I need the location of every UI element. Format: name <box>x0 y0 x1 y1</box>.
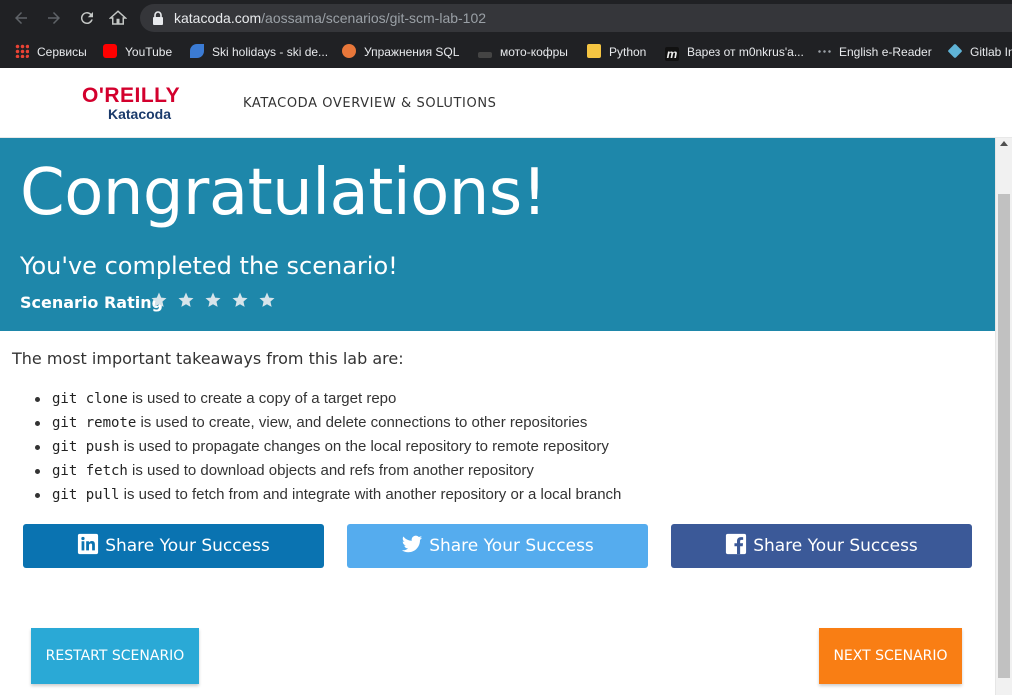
star-icon[interactable] <box>258 291 276 309</box>
reload-icon <box>80 12 93 25</box>
bookmark-label: Ski holidays - ski de... <box>212 45 329 59</box>
takeaway-description: is used to create, view, and delete conn… <box>136 414 588 431</box>
folder-icon <box>587 44 601 58</box>
share-facebook-label: Share Your Success <box>753 536 918 556</box>
takeaway-description: is used to download objects and refs fro… <box>127 462 534 479</box>
share-linkedin-button[interactable]: Share Your Success <box>23 524 324 568</box>
takeaway-description: is used to fetch from and integrate with… <box>119 486 622 503</box>
bookmark-python[interactable]: Python <box>587 42 646 62</box>
bookmark-label: Упражнения SQL <box>364 45 460 59</box>
bookmark-label: Сервисы <box>37 45 87 59</box>
share-linkedin-label: Share Your Success <box>105 536 270 556</box>
nav-overview-solutions[interactable]: KATACODA OVERVIEW & SOLUTIONS <box>243 96 497 111</box>
home-button[interactable] <box>106 6 130 30</box>
forward-button[interactable] <box>42 6 66 30</box>
url-text: katacoda.com/aossama/scenarios/git-scm-l… <box>174 10 487 26</box>
lock-icon <box>153 11 163 25</box>
rating-stars <box>150 291 285 314</box>
bookmark-warez[interactable]: m Варез от m0nkrus'a... <box>665 42 804 62</box>
bookmark-sql[interactable]: Упражнения SQL <box>342 42 459 62</box>
congratulations-banner: Congratulations! You've completed the sc… <box>0 138 995 331</box>
address-bar[interactable]: katacoda.com/aossama/scenarios/git-scm-l… <box>140 4 1012 32</box>
takeaway-item: git clone is used to create a copy of a … <box>34 389 621 413</box>
next-scenario-button[interactable]: NEXT SCENARIO <box>819 628 962 684</box>
takeaway-command: git remote <box>52 415 137 431</box>
takeaway-description: is used to create a copy of a target rep… <box>127 390 397 407</box>
star-icon[interactable] <box>150 291 168 309</box>
takeaway-item: git fetch is used to download objects an… <box>34 461 621 485</box>
bookmark-services[interactable]: Сервисы <box>15 42 87 62</box>
share-twitter-label: Share Your Success <box>429 536 594 556</box>
page-title: Congratulations! <box>20 156 547 230</box>
bookmark-moto[interactable]: мото-кофры <box>478 42 568 62</box>
takeaway-command: git pull <box>52 487 120 503</box>
scenario-rating-label: Scenario Rating <box>20 293 164 312</box>
bookmark-label: Python <box>609 45 647 59</box>
takeaway-item: git push is used to propagate changes on… <box>34 437 621 461</box>
takeaway-item: git remote is used to create, view, and … <box>34 413 621 437</box>
arrow-left-icon <box>15 12 27 24</box>
bookmark-ereader[interactable]: English e-Reader <box>817 42 932 62</box>
home-icon <box>108 10 128 25</box>
takeaways-list: git clone is used to create a copy of a … <box>34 389 621 509</box>
moto-icon <box>478 52 492 58</box>
scroll-thumb[interactable] <box>998 194 1010 678</box>
logo-katacoda-text: Katacoda <box>108 106 172 122</box>
m-icon: m <box>665 47 679 61</box>
bookmark-youtube[interactable]: YouTube <box>103 42 172 62</box>
browser-chrome: katacoda.com/aossama/scenarios/git-scm-l… <box>0 0 1012 68</box>
restart-scenario-button[interactable]: RESTART SCENARIO <box>31 628 199 684</box>
arrow-right-icon <box>48 12 60 24</box>
sql-icon <box>342 44 356 58</box>
star-icon[interactable] <box>204 291 222 309</box>
share-facebook-button[interactable]: Share Your Success <box>671 524 972 568</box>
takeaway-command: git push <box>52 439 120 455</box>
logo-oreilly-text: O'REILLY <box>82 84 181 107</box>
takeaway-command: git clone <box>52 391 128 407</box>
back-button[interactable] <box>9 6 33 30</box>
share-twitter-button[interactable]: Share Your Success <box>347 524 648 568</box>
bookmark-gitlab[interactable]: Gitlab In <box>947 42 1012 62</box>
takeaway-command: git fetch <box>52 463 128 479</box>
scroll-up-arrow-icon[interactable] <box>1000 141 1008 146</box>
completed-subtitle: You've completed the scenario! <box>20 252 398 280</box>
apps-grid-icon <box>15 44 29 58</box>
facebook-icon <box>726 533 747 555</box>
youtube-icon <box>103 44 117 58</box>
bookmark-ski[interactable]: Ski holidays - ski de... <box>190 42 328 62</box>
takeaway-description: is used to propagate changes on the loca… <box>119 438 609 455</box>
bookmark-label: YouTube <box>125 45 173 59</box>
star-icon[interactable] <box>231 291 249 309</box>
twitter-icon <box>402 535 423 553</box>
takeaways-intro: The most important takeaways from this l… <box>12 349 404 368</box>
oreilly-katacoda-logo[interactable]: O'REILLY Katacoda <box>82 84 202 124</box>
bookmark-label: Варез от m0nkrus'a... <box>687 45 804 59</box>
bookmarks-bar: Сервисы YouTube Ski holidays - ski de...… <box>0 36 1012 68</box>
takeaway-item: git pull is used to fetch from and integ… <box>34 485 621 509</box>
site-header: O'REILLY Katacoda KATACODA OVERVIEW & SO… <box>0 68 1012 138</box>
reload-button[interactable] <box>75 6 99 30</box>
ski-icon <box>190 44 204 58</box>
gitlab-icon <box>947 43 963 59</box>
dots-icon <box>817 44 831 58</box>
bookmark-label: Gitlab In <box>970 45 1012 59</box>
bookmark-label: English e-Reader <box>839 45 932 59</box>
browser-toolbar: katacoda.com/aossama/scenarios/git-scm-l… <box>0 0 1012 36</box>
linkedin-icon <box>78 533 99 555</box>
page-scrollbar[interactable] <box>995 138 1012 695</box>
star-icon[interactable] <box>177 291 195 309</box>
bookmark-label: мото-кофры <box>500 45 568 59</box>
